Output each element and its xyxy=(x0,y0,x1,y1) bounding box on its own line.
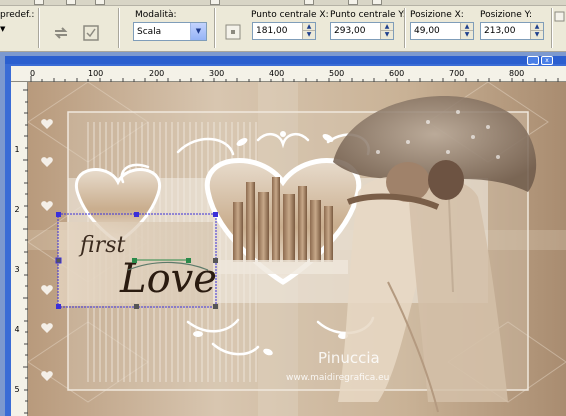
ruler-left-label: 3 xyxy=(14,265,20,274)
ruler-left-ticks xyxy=(23,89,28,414)
artwork: first Love Pinuccia www.maidiregrafica.e… xyxy=(28,82,566,416)
mini-tab[interactable] xyxy=(95,0,105,5)
down-arrow-icon[interactable]: ▼ xyxy=(461,31,473,39)
ruler-top[interactable]: 0 100 200 300 400 500 600 700 800 xyxy=(11,66,566,82)
resize-handle[interactable] xyxy=(213,212,218,217)
down-arrow-icon[interactable]: ▼ xyxy=(381,31,393,39)
ruler-top-label: 400 xyxy=(269,69,285,78)
center-y-stepper[interactable]: ▲ ▼ xyxy=(380,23,393,39)
separator xyxy=(38,8,40,48)
preset-label: predef.: xyxy=(0,10,35,20)
up-arrow-icon[interactable]: ▲ xyxy=(461,23,473,31)
up-arrow-icon[interactable]: ▲ xyxy=(303,23,315,31)
ruler-top-label: 100 xyxy=(88,69,104,78)
rotation-handle[interactable] xyxy=(186,258,191,263)
position-y-stepper[interactable]: ▲ ▼ xyxy=(530,23,543,39)
center-x-stepper[interactable]: ▲ ▼ xyxy=(302,23,315,39)
close-icon[interactable]: x xyxy=(541,56,553,65)
ruler-top-label: 700 xyxy=(449,69,465,78)
ruler-left-label: 5 xyxy=(14,385,20,394)
position-x-label: Posizione X: xyxy=(410,10,464,20)
ruler-left-label: 2 xyxy=(14,205,20,214)
watermark-name: Pinuccia xyxy=(318,349,380,367)
resize-handle[interactable] xyxy=(56,258,61,263)
scale-toggle-icon[interactable] xyxy=(553,10,566,30)
down-arrow-icon[interactable]: ▼ xyxy=(303,31,315,39)
separator xyxy=(214,8,216,48)
position-x-input[interactable]: 49,00 ▲ ▼ xyxy=(410,22,474,40)
resize-handle[interactable] xyxy=(213,304,218,309)
mode-select-value: Scala xyxy=(137,27,162,37)
apply-transform-icon[interactable] xyxy=(81,23,101,43)
resize-handle[interactable] xyxy=(134,212,139,217)
mode-select[interactable]: Scala ▼ xyxy=(133,22,207,41)
ruler-top-label: 200 xyxy=(149,69,165,78)
position-y-input[interactable]: 213,00 ▲ ▼ xyxy=(480,22,544,40)
ruler-left-label: 1 xyxy=(14,145,20,154)
minimize-icon[interactable]: _ xyxy=(527,56,539,65)
position-x-value: 49,00 xyxy=(414,26,440,36)
top-strip xyxy=(0,0,566,6)
up-arrow-icon[interactable]: ▲ xyxy=(531,23,543,31)
resize-handle[interactable] xyxy=(134,304,139,309)
position-y-label: Posizione Y: xyxy=(480,10,532,20)
center-y-label: Punto centrale Y: xyxy=(330,10,406,20)
mini-tab[interactable] xyxy=(304,0,314,5)
ruler-top-label: 300 xyxy=(209,69,225,78)
center-x-label: Punto centrale X: xyxy=(251,10,329,20)
mode-label: Modalità: xyxy=(135,10,177,20)
down-arrow-icon[interactable]: ▼ xyxy=(531,31,543,39)
resize-handle[interactable] xyxy=(56,212,61,217)
watermark-url: www.maidiregrafica.eu xyxy=(286,373,389,383)
preset-dropdown-arrow-icon[interactable]: ▼ xyxy=(0,25,5,33)
ruler-top-label: 0 xyxy=(30,69,36,78)
position-y-value: 213,00 xyxy=(484,26,516,36)
resize-handle[interactable] xyxy=(213,258,218,263)
center-x-value: 181,00 xyxy=(256,26,288,36)
chevron-down-icon[interactable]: ▼ xyxy=(190,23,206,40)
resize-handle[interactable] xyxy=(56,304,61,309)
separator xyxy=(118,8,120,48)
center-y-value: 293,00 xyxy=(334,26,366,36)
mini-tab[interactable] xyxy=(210,0,220,5)
ruler-top-label: 500 xyxy=(329,69,345,78)
ruler-left-label: 4 xyxy=(14,325,20,334)
center-point-icon[interactable] xyxy=(223,22,243,42)
ruler-top-label: 800 xyxy=(509,69,525,78)
separator xyxy=(404,8,406,48)
center-x-input[interactable]: 181,00 ▲ ▼ xyxy=(252,22,316,40)
up-arrow-icon[interactable]: ▲ xyxy=(381,23,393,31)
pivot-handle[interactable] xyxy=(132,258,137,263)
mini-tab[interactable] xyxy=(348,0,358,5)
ruler-top-label: 600 xyxy=(389,69,405,78)
position-x-stepper[interactable]: ▲ ▼ xyxy=(460,23,473,39)
window-controls: _ x xyxy=(525,55,553,65)
first-text: first xyxy=(78,233,125,258)
mini-tab[interactable] xyxy=(34,0,44,5)
ruler-left[interactable]: 1 2 3 4 5 xyxy=(11,82,28,416)
mini-tab[interactable] xyxy=(372,0,382,5)
mini-tab[interactable] xyxy=(66,0,76,5)
image-window-titlebar[interactable] xyxy=(5,56,566,64)
image-canvas[interactable]: first Love Pinuccia www.maidiregrafica.e… xyxy=(28,82,566,416)
reset-arrows-icon[interactable] xyxy=(51,23,71,43)
center-y-input[interactable]: 293,00 ▲ ▼ xyxy=(330,22,394,40)
tool-options-toolbar: predef.: ▼ Modalità: Scala ▼ Punto centr… xyxy=(0,0,566,52)
